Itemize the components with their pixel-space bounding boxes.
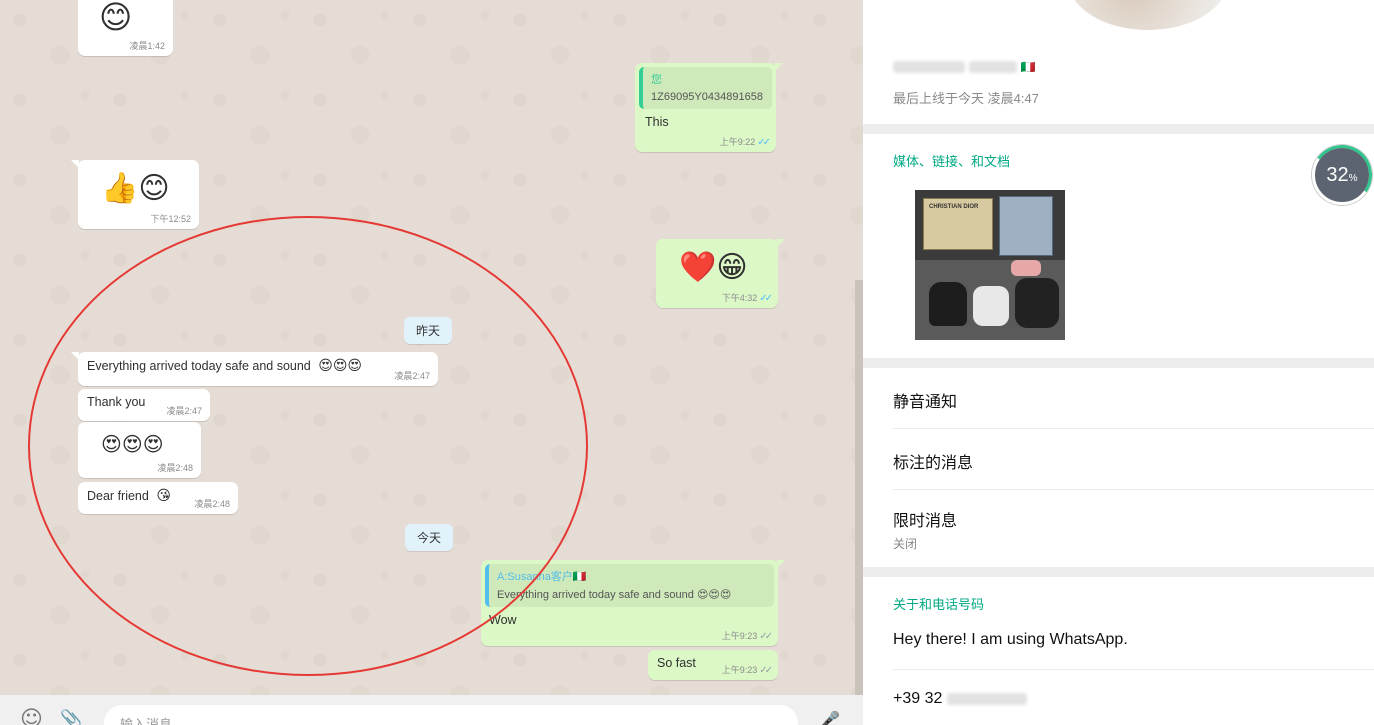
read-receipt-icon: ✓✓ [759, 665, 773, 676]
message-time: 下午4:32 [721, 293, 758, 303]
emoji-picker-icon[interactable]: ☺ [20, 709, 46, 725]
quoted-author: A:Susanna客户🇮🇹 [497, 571, 587, 583]
message-text: This [645, 115, 669, 129]
message-bubble[interactable]: So fast 上午9:23 ✓✓ [648, 650, 778, 680]
chat-pane: 😊 凌晨1:42 您 1Z69095Y0434891658 This 上午9:2… [0, 0, 863, 725]
message-time: 下午12:52 [150, 214, 191, 224]
mute-notifications-item[interactable]: 静音通知 [893, 388, 957, 412]
message-text: Wow [489, 613, 517, 627]
mic-icon[interactable]: 🎤 [820, 709, 846, 725]
date-divider: 昨天 [404, 317, 453, 344]
quoted-message[interactable]: 您 1Z69095Y0434891658 [639, 67, 772, 109]
message-meta: 上午9:22 ✓✓ [719, 135, 771, 148]
photo-shoe [929, 282, 967, 326]
message-meta: 上午9:23 ✓✓ [721, 663, 773, 676]
message-text: Thank you [87, 395, 146, 409]
quoted-text: Everything arrived today safe and sound … [497, 589, 732, 601]
message-emoji: 😍😍😍 [101, 432, 164, 456]
message-bubble[interactable]: 😊 凌晨1:42 [78, 0, 173, 56]
photo-shoe [1015, 278, 1059, 328]
date-divider: 今天 [405, 524, 454, 551]
divider [893, 428, 1374, 429]
redacted-name [893, 61, 965, 74]
contact-name: 🇮🇹 [893, 58, 1036, 74]
message-bubble[interactable]: Thank you 凌晨2:47 [78, 389, 210, 421]
about-card: 关于和电话号码 Hey there! I am using WhatsApp. … [863, 577, 1374, 725]
read-receipt-icon: ✓✓ [757, 137, 771, 148]
message-text: So fast [657, 656, 696, 670]
quoted-text: 1Z69095Y0434891658 [651, 91, 763, 103]
message-bubble[interactable]: ❤️😁 下午4:32 ✓✓ [656, 239, 785, 308]
divider [893, 669, 1374, 670]
message-text: Dear friend [87, 489, 149, 503]
disappearing-messages-value: 关闭 [893, 537, 918, 551]
phone-number[interactable]: +39 32 [893, 690, 1027, 708]
quoted-message[interactable]: A:Susanna客户🇮🇹 Everything arrived today s… [485, 564, 774, 607]
last-seen-status: 最后上线于今天 凌晨4:47 [893, 91, 1039, 106]
message-composer: ☺ 📎 输入消息 🎤 [0, 695, 863, 725]
photo-item [1011, 260, 1041, 276]
message-time: 凌晨2:48 [157, 463, 193, 473]
message-time: 凌晨2:47 [394, 371, 430, 381]
photo-shoe [973, 286, 1009, 326]
message-meta: 下午4:32 ✓✓ [721, 291, 773, 304]
phone-prefix: +39 32 [893, 690, 943, 707]
chat-scrollbar[interactable] [855, 280, 863, 700]
message-time: 上午9:23 [721, 665, 758, 675]
about-section-title: 关于和电话号码 [893, 597, 985, 612]
message-input[interactable]: 输入消息 [104, 705, 798, 725]
media-card: 媒体、链接、和文档 CHRISTIAN DIOR [863, 134, 1374, 358]
starred-messages-item[interactable]: 标注的消息 [893, 449, 973, 473]
attach-icon[interactable]: 📎 [60, 709, 86, 725]
message-bubble[interactable]: 😍😍😍 凌晨2:48 [78, 422, 201, 478]
message-emoji: 😊 [99, 0, 133, 36]
divider [893, 489, 1374, 490]
contact-avatar[interactable] [1068, 0, 1228, 30]
disappearing-messages-label: 限时消息 [893, 513, 958, 530]
message-bubble[interactable]: Everything arrived today safe and sound … [71, 352, 438, 386]
message-bubble[interactable]: Dear friend 😘 凌晨2:48 [78, 482, 238, 514]
message-time: 凌晨2:47 [166, 406, 202, 416]
message-text: Everything arrived today safe and sound [87, 359, 311, 373]
bag-label: CHRISTIAN DIOR [929, 204, 979, 210]
contact-header-card: 🇮🇹 最后上线于今天 凌晨4:47 [863, 0, 1374, 124]
media-section-title[interactable]: 媒体、链接、和文档 [893, 151, 1010, 170]
redacted-phone [946, 692, 1027, 705]
disappearing-messages-item[interactable]: 限时消息 关闭 [893, 507, 957, 552]
message-emoji: 😍😍😍 [318, 358, 363, 374]
message-emoji: 👍😊 [101, 171, 170, 206]
photo-bag [999, 196, 1053, 256]
settings-card: 静音通知 标注的消息 限时消息 关闭 [863, 368, 1374, 567]
message-emoji: 😘 [156, 488, 171, 504]
message-time: 凌晨1:42 [129, 41, 165, 51]
message-time: 凌晨2:48 [194, 499, 230, 509]
message-emoji: ❤️😁 [679, 250, 748, 285]
contact-info-panel: 🇮🇹 最后上线于今天 凌晨4:47 媒体、链接、和文档 CHRISTIAN DI… [863, 0, 1374, 725]
media-thumbnail[interactable]: CHRISTIAN DIOR [915, 190, 1065, 340]
quoted-author: 您 [651, 74, 662, 86]
read-receipt-icon: ✓✓ [759, 293, 773, 304]
about-text: Hey there! I am using WhatsApp. [893, 631, 1128, 648]
message-time: 上午9:23 [721, 631, 758, 641]
message-bubble[interactable]: 👍😊 下午12:52 [71, 160, 199, 229]
message-time: 上午9:22 [719, 137, 756, 147]
message-bubble[interactable]: A:Susanna客户🇮🇹 Everything arrived today s… [481, 560, 785, 646]
italy-flag-icon: 🇮🇹 [1020, 60, 1036, 74]
message-meta: 上午9:23 ✓✓ [721, 629, 773, 642]
message-bubble[interactable]: 您 1Z69095Y0434891658 This 上午9:22 ✓✓ [635, 63, 783, 152]
redacted-name [968, 61, 1017, 74]
read-receipt-icon: ✓✓ [759, 631, 773, 642]
